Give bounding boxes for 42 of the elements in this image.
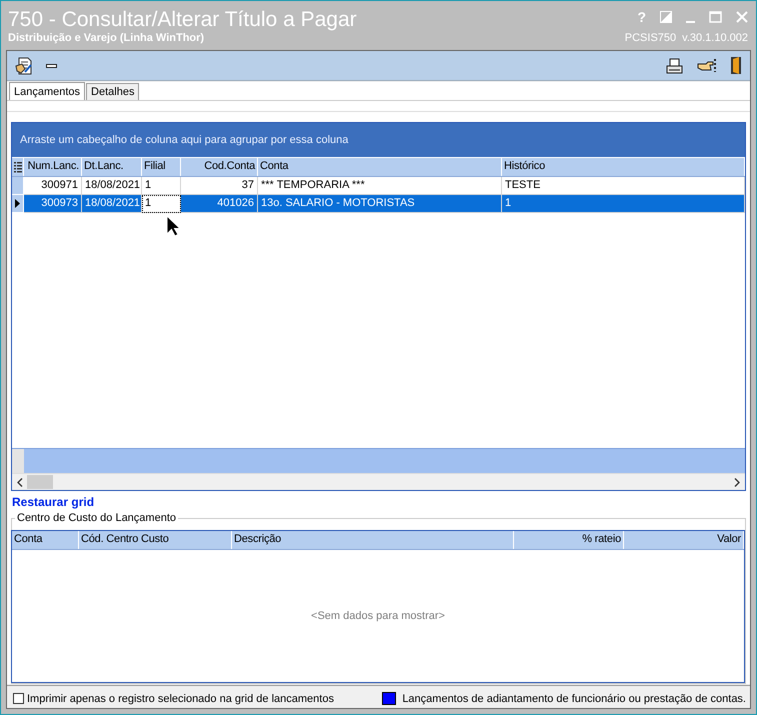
window-title: 750 - Consultar/Alterar Título a Pagar [8, 7, 357, 32]
table-cell: 401026 [181, 195, 258, 214]
column-header[interactable]: Valor [624, 531, 744, 550]
program-code: PCSIS750 [624, 32, 676, 44]
printer-icon[interactable] [666, 58, 683, 74]
table-cell: 1 [502, 195, 745, 214]
checkbox-label: Imprimir apenas o registro selecionado na grid de lancamentos [27, 692, 334, 705]
scroll-thumb[interactable] [27, 475, 53, 490]
column-header[interactable]: Descrição [232, 531, 514, 550]
column-header[interactable]: Dt.Lanc. [82, 158, 142, 176]
mouse-pointer-icon [166, 215, 181, 237]
restore-grid-link[interactable]: Restaurar grid [12, 495, 94, 510]
column-header[interactable]: Cód. Centro Custo [79, 531, 232, 550]
column-header[interactable]: Num.Lanc. [24, 158, 82, 176]
column-header[interactable]: Conta [258, 158, 502, 176]
column-chooser-icon[interactable] [12, 158, 24, 176]
legend-label: Lançamentos de adiantamento de funcionário ou prestação de contas. [402, 692, 746, 705]
table-cell: 13o. SALARIO - MOTORISTAS [258, 195, 502, 214]
pointing-hand-icon[interactable] [697, 58, 716, 74]
table-cell: 300973 [24, 195, 82, 214]
scroll-right-icon[interactable] [734, 478, 740, 487]
scrollbar-track[interactable] [12, 473, 745, 490]
table-cell: 1 [142, 195, 181, 214]
checkbox[interactable] [13, 693, 24, 704]
scroll-left-icon[interactable] [17, 478, 23, 487]
group-by-area: Arraste um cabeçalho de coluna aqui para agrupar por essa coluna [12, 123, 745, 158]
tab[interactable]: Lançamentos [9, 82, 86, 100]
column-header[interactable]: % rateio [514, 531, 624, 550]
window-subtitle: Distribuição e Varejo (Linha WinThor) [8, 32, 206, 45]
minus-icon[interactable] [46, 64, 57, 68]
column-header[interactable]: Filial [142, 158, 181, 176]
version-label: v.30.1.10.002 [682, 32, 748, 44]
door-exit-icon[interactable] [730, 56, 742, 76]
tab[interactable]: Detalhes [86, 83, 140, 100]
column-header[interactable]: Cod.Conta [181, 158, 258, 176]
empty-message: <Sem dados para mostrar> [311, 610, 445, 622]
table-cell: 18/08/2021 [82, 195, 142, 214]
row-pointer-icon [15, 199, 20, 208]
column-header[interactable]: Histórico [502, 158, 745, 176]
group-title: Centro de Custo do Lançamento [15, 511, 178, 526]
document-edit-icon[interactable] [15, 56, 32, 75]
column-header[interactable]: Conta [12, 531, 79, 550]
